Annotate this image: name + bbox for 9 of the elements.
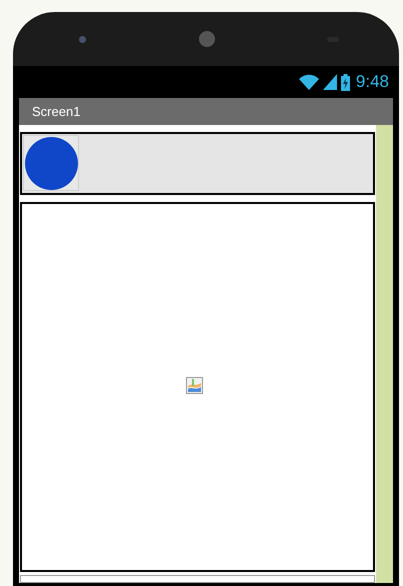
- signal-icon: [322, 74, 337, 90]
- image-icon: [186, 376, 203, 394]
- camera-icon: [79, 36, 86, 42]
- clock-time: 9:48: [356, 71, 389, 94]
- speaker-icon: [198, 31, 214, 47]
- screen-title: Screen1: [32, 102, 80, 121]
- round-button[interactable]: [23, 135, 79, 191]
- wifi-icon: [298, 74, 319, 90]
- battery-icon: [340, 74, 350, 90]
